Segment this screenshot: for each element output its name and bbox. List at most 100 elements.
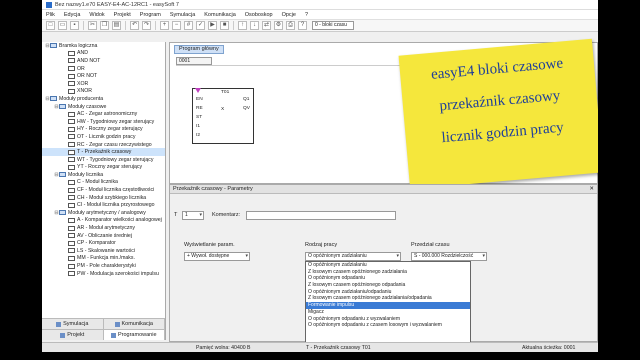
tree-item-label: AV - Obliczanie średniej [77, 232, 132, 239]
new-file-icon[interactable]: □ [46, 21, 55, 30]
dropdown-option[interactable]: O opóźnionym zadziałaniu/odpadaniu [306, 289, 470, 296]
connect-icon[interactable]: ⇄ [262, 21, 271, 30]
tree-item[interactable]: XNOR [42, 88, 165, 96]
save-icon[interactable]: ▪ [70, 21, 79, 30]
tree-item[interactable]: LS - Skalowanie wartości [42, 247, 165, 255]
dropdown-option[interactable]: O opóźnionym zadziałaniu [306, 262, 470, 269]
tree-item[interactable]: AR - Moduł arytmetyczny [42, 224, 165, 232]
tree-item[interactable]: CF - Moduł licznika częstotliwości [42, 186, 165, 194]
grid-icon[interactable]: # [184, 21, 193, 30]
download-icon[interactable]: ↓ [250, 21, 259, 30]
t-number-select[interactable]: 1 ▾ [182, 211, 204, 220]
tree-item[interactable]: MM - Funkcja min./maks. [42, 255, 165, 263]
tree-item[interactable]: XOR [42, 80, 165, 88]
tree-item[interactable]: PW - Modulacja szerokości impulsu [42, 270, 165, 278]
mode-select[interactable]: O opóźnionym zadziałaniu ▾ [305, 252, 401, 261]
pin-en[interactable]: EN [196, 97, 203, 102]
print-icon[interactable]: ⎙ [286, 21, 295, 30]
copy-icon[interactable]: ❐ [100, 21, 109, 30]
redo-icon[interactable]: ↷ [142, 21, 151, 30]
settings-icon[interactable]: ⚙ [274, 21, 283, 30]
dropdown-option[interactable]: O opóźnionym odpadaniu z czasem losowym … [306, 322, 470, 329]
toolbar-separator [125, 21, 126, 30]
tab-main-program[interactable]: Program główny [174, 45, 224, 54]
function-block-t01[interactable]: T01 EN RE ST I1 I2 X Q1 QV [192, 88, 254, 144]
tree-item[interactable]: ⊟ Moduły czasowe [42, 103, 165, 111]
mode-dropdown-list[interactable]: O opóźnionym zadziałaniu Z losowym czasem… [305, 261, 471, 343]
tree-item[interactable]: HW - Tygodniowy zegar sterujący [42, 118, 165, 126]
pin-i2[interactable]: I2 [196, 133, 200, 138]
tree-item-label: CP - Komparator [77, 240, 116, 247]
output-select[interactable]: + Wywoł. dostępne ▾ [184, 252, 250, 261]
menu-item[interactable]: ? [305, 12, 308, 18]
menu-item[interactable]: Opcje [282, 12, 296, 18]
pin-q1[interactable]: Q1 [243, 97, 249, 102]
pin-st[interactable]: ST [196, 115, 202, 120]
dropdown-option[interactable]: O opóźnionym odpadaniu [306, 275, 470, 282]
communication-icon [114, 321, 120, 327]
tree-item[interactable]: ⊟ Moduły arytmetyczny / analogowy [42, 209, 165, 217]
block-type-select[interactable]: 0 - bloki czasu [312, 21, 354, 30]
menu-item[interactable]: Komunikacja [204, 12, 236, 18]
tree-item[interactable]: OR NOT [42, 72, 165, 80]
tree-item[interactable]: HY - Roczny zegar sterujący [42, 126, 165, 134]
tree-item[interactable]: CI - Moduł licznika przyrostowego [42, 201, 165, 209]
tab-programming[interactable]: Programowanie [103, 330, 165, 340]
help-icon[interactable]: ? [298, 21, 307, 30]
dropdown-option[interactable]: Formowanie impulsu [306, 302, 470, 309]
tree-item[interactable]: PM - Pole charakterystyki [42, 262, 165, 270]
tab-communication[interactable]: Komunikacja [104, 319, 165, 329]
pin-re[interactable]: RE [196, 106, 203, 111]
dropdown-option[interactable]: O opóźnionym odpadaniu z wyzwalaniem [306, 316, 470, 323]
dropdown-option[interactable]: Z losowym czasem opóźnionego zadziałania… [306, 295, 470, 302]
dropdown-option[interactable]: Z losowym czasem opóźnionego zadziałania [306, 269, 470, 276]
tree-item[interactable]: OR [42, 65, 165, 73]
tree-item[interactable]: CP - Komparator [42, 239, 165, 247]
folder-icon [59, 172, 66, 178]
menu-item[interactable]: Symulacja [170, 12, 195, 18]
menu-item[interactable]: Osoboskop [245, 12, 273, 18]
rung-number[interactable]: 0001 [176, 57, 212, 65]
pin-i1[interactable]: I1 [196, 124, 200, 129]
tree-item[interactable]: ⊟ Moduły producenta [42, 95, 165, 103]
menu-item[interactable]: Edycja [64, 12, 81, 18]
stop-icon[interactable]: ■ [220, 21, 229, 30]
menu-item[interactable]: Projekt [114, 12, 131, 18]
tree-item[interactable]: RC - Zegar czasu rzeczywistego [42, 141, 165, 149]
tree-item[interactable]: YT - Roczny zegar sterujący [42, 164, 165, 172]
block-icon [68, 111, 75, 117]
tree-item[interactable]: AC - Zegar astronomiczny [42, 110, 165, 118]
tree-item[interactable]: AV - Obliczanie średniej [42, 232, 165, 240]
upload-icon[interactable]: ↑ [238, 21, 247, 30]
tab-project[interactable]: Projekt [42, 330, 104, 340]
comment-input[interactable] [246, 211, 396, 220]
dropdown-option[interactable]: Z losowym czasem opóźnionego odpadania [306, 282, 470, 289]
menu-item[interactable]: Widok [89, 12, 104, 18]
paste-icon[interactable]: ▤ [112, 21, 121, 30]
tree-item[interactable]: T - Przekaźnik czasowy [42, 148, 165, 156]
tree-item[interactable]: CH - Moduł szybkiego licznika [42, 194, 165, 202]
tree-item[interactable]: WT - Tygodniowy zegar sterujący [42, 156, 165, 164]
check-icon[interactable]: ✓ [196, 21, 205, 30]
tree-item[interactable]: AND NOT [42, 57, 165, 65]
tree-item[interactable]: ⊟ Bramka logiczna [42, 42, 165, 50]
time-select[interactable]: S - 000.000 Rozdzielczość ▾ [411, 252, 487, 261]
tree-item[interactable]: A - Komparator wielkości analogowej [42, 217, 165, 225]
tab-simulation[interactable]: Symulacja [42, 319, 104, 329]
open-folder-icon[interactable]: ▭ [58, 21, 67, 30]
menu-item[interactable]: Plik [46, 12, 55, 18]
status-memory: Pamięć wolna: 40400 B [196, 345, 251, 351]
tree-item[interactable]: AND [42, 50, 165, 58]
cut-icon[interactable]: ✂ [88, 21, 97, 30]
dropdown-option[interactable]: Migacz [306, 309, 470, 316]
tree-item[interactable]: C - Moduł licznika [42, 179, 165, 187]
zoom-in-icon[interactable]: + [160, 21, 169, 30]
tree-item[interactable]: OT - Licznik godzin pracy [42, 133, 165, 141]
menu-item[interactable]: Program [140, 12, 161, 18]
undo-icon[interactable]: ↶ [130, 21, 139, 30]
tree-item[interactable]: ⊟ Moduły licznika [42, 171, 165, 179]
run-icon[interactable]: ▶ [208, 21, 217, 30]
close-icon[interactable]: ✕ [589, 185, 594, 193]
pin-qv[interactable]: QV [243, 106, 250, 111]
zoom-out-icon[interactable]: − [172, 21, 181, 30]
